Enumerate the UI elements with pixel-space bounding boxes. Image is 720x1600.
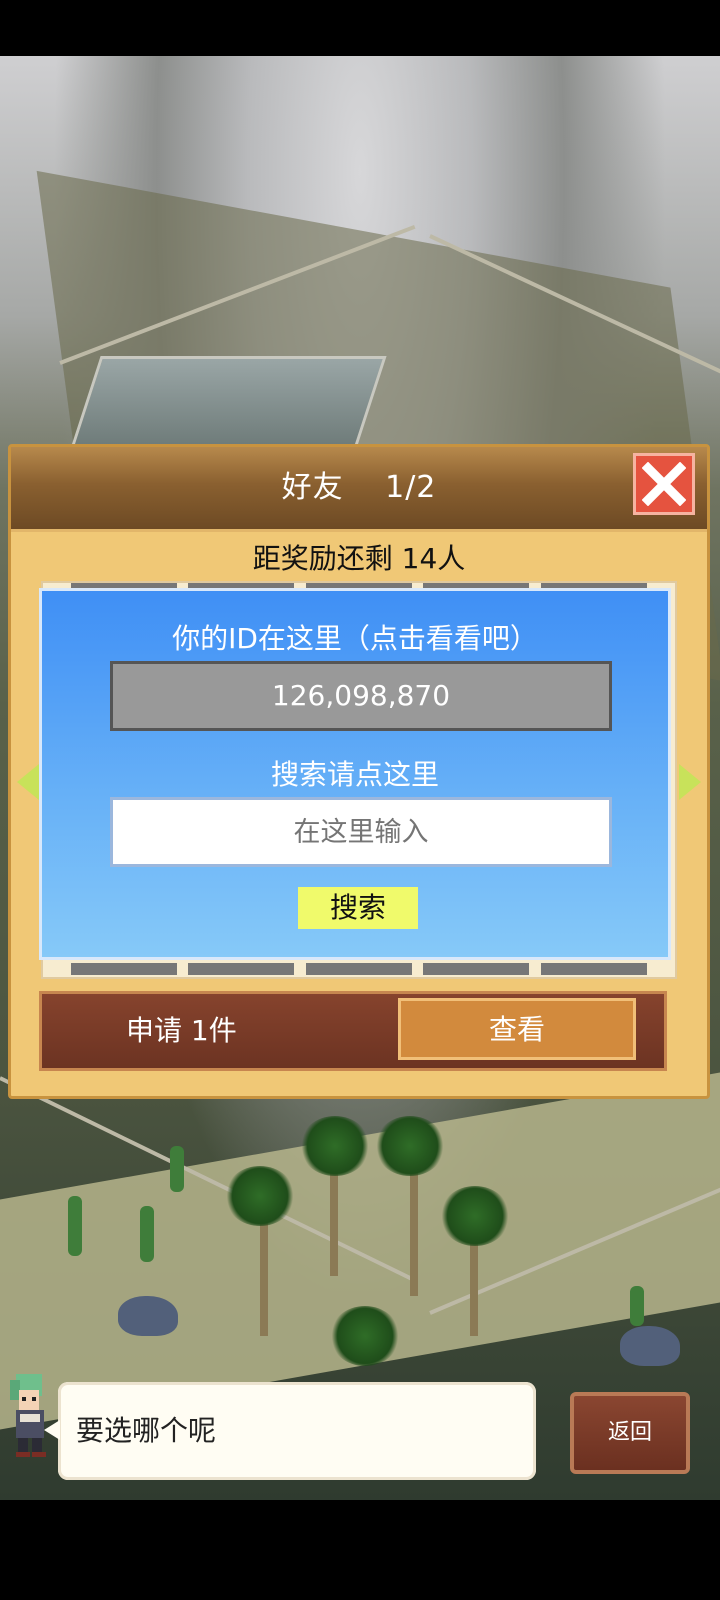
view-requests-button[interactable]: 查看 (398, 998, 636, 1060)
id-search-panel: 你的ID在这里（点击看看吧） 126,098,870 搜索请点这里 搜索 (39, 588, 671, 960)
player-id-display[interactable]: 126,098,870 (110, 661, 612, 731)
back-button[interactable]: 返回 (570, 1392, 690, 1474)
palm-tree (225, 1166, 295, 1226)
close-button[interactable] (633, 453, 695, 515)
search-hint-label: 搜索请点这里 (270, 758, 439, 791)
palm-trunk (410, 1166, 418, 1296)
palm-trunk (260, 1216, 268, 1336)
friend-slot[interactable] (541, 963, 647, 975)
reward-progress-text: 距奖励还剩 14人 (252, 542, 466, 575)
status-bar (0, 0, 720, 56)
cactus (170, 1146, 184, 1192)
cactus (630, 1286, 644, 1326)
close-x-icon (642, 462, 686, 506)
palm-tree (375, 1116, 445, 1176)
cactus (68, 1196, 82, 1256)
search-button[interactable]: 搜索 (298, 887, 418, 929)
id-hint-label[interactable]: 你的ID在这里（点击看看吧） (42, 617, 668, 657)
dialog-title: 好友 1/2 (281, 470, 437, 505)
speech-tail (44, 1420, 60, 1440)
rock (620, 1326, 680, 1366)
friend-slot[interactable] (188, 963, 294, 975)
friend-requests-bar: 申请 1件 查看 (39, 991, 667, 1071)
request-count-text: 申请 1件 (126, 1014, 237, 1047)
prev-page-arrow-icon[interactable] (17, 764, 39, 800)
rock (118, 1296, 178, 1336)
palm-tree (440, 1186, 510, 1246)
friend-slot[interactable] (423, 963, 529, 975)
advisor-avatar (10, 1374, 46, 1457)
speech-text: 要选哪个呢 (76, 1414, 217, 1447)
advisor-speech-bubble: 要选哪个呢 (44, 1382, 536, 1480)
friend-slot[interactable] (306, 963, 412, 975)
friends-dialog: 好友 1/2 距奖励还剩 14人 你的ID在这里（点击看看吧） 126,098,… (8, 444, 710, 1099)
cactus (140, 1206, 154, 1262)
navigation-bar (0, 1500, 720, 1600)
palm-tree (330, 1306, 400, 1366)
next-page-arrow-icon[interactable] (679, 764, 701, 800)
search-input[interactable] (110, 797, 612, 867)
building (69, 356, 387, 452)
palm-tree (300, 1116, 370, 1176)
friend-slot[interactable] (71, 963, 177, 975)
